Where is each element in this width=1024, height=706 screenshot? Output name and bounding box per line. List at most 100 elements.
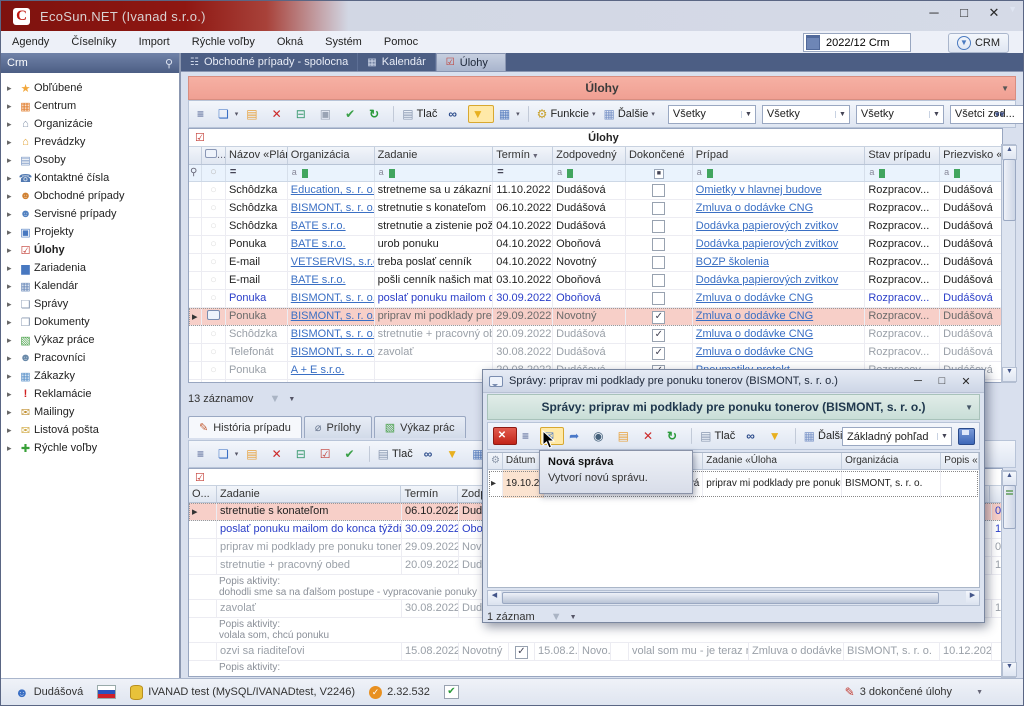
save-view-icon[interactable] [958,428,975,445]
expand-arrow-icon[interactable] [7,137,17,148]
chevron-down-icon[interactable] [570,614,577,621]
column-header[interactable] [189,147,202,164]
scroll-thumb[interactable] [1003,485,1016,529]
forward-message-icon[interactable]: ➦ [566,428,588,444]
column-header[interactable]: Termín [493,147,553,164]
sidebar-item[interactable]: ❐ Dokumenty [1,313,179,331]
column-header[interactable]: Popis «Pr... [941,453,979,469]
close-button[interactable]: ✕ [979,5,1009,21]
scroll-left-icon[interactable] [488,591,501,603]
toolbar-overflow-icon[interactable] [993,110,1003,119]
sidebar-item[interactable]: ⌂ Prevádzky [1,133,179,151]
menu-item[interactable]: Import [128,33,181,51]
filter-funnel-icon[interactable] [551,611,562,623]
filter-cell[interactable] [189,165,202,181]
scroll-right-icon[interactable] [966,591,979,603]
separator[interactable] [393,106,394,122]
search-icon[interactable]: ∞ [445,106,466,122]
expand-arrow-icon[interactable] [7,353,17,364]
sidebar-item[interactable]: ✚ Rýchle voľby [1,439,179,457]
expand-arrow-icon[interactable] [7,101,17,112]
dialog-header-dropdown-icon[interactable] [965,403,973,412]
tasks-grid-scrollbar[interactable] [1001,144,1016,383]
column-header[interactable]: Dokončené [626,147,693,164]
expand-arrow-icon[interactable] [7,191,17,202]
organization-link[interactable]: BISMONT, s. r. o. [291,292,375,304]
organization-link[interactable]: BISMONT, s. r. o. [291,310,375,322]
maximize-button[interactable]: □ [949,5,979,20]
task-row[interactable]: Ponuka BATE s.r.o. urob ponuku 04.10.202… [189,236,1002,254]
done-checkbox[interactable] [652,329,665,342]
expand-arrow-icon[interactable] [7,443,17,454]
filter-combo[interactable]: Všetky [762,105,850,124]
filter-cell[interactable] [288,165,375,181]
close-icon[interactable]: ✕ [493,427,517,445]
done-checkbox[interactable] [652,292,665,305]
history-row[interactable]: ozvi sa riaditeľovi 15.08.2022 Novotný 1… [189,643,1002,661]
detail-tab[interactable]: ✎ História prípadu [188,416,302,438]
organization-link[interactable]: BISMONT, s. r. o. [291,382,375,383]
done-checkbox[interactable] [652,238,665,251]
status-tasks-done[interactable]: 3 dokončené úlohy [845,685,983,699]
sidebar-item[interactable]: ▤ Osoby [1,151,179,169]
layout-icon[interactable]: ▦ ▾ [496,106,523,122]
detail-tab[interactable]: ▧ Výkaz prác [374,416,466,438]
task-check-icon[interactable]: ☑ [317,446,340,462]
minimize-button[interactable]: ─ [919,5,949,20]
filter-icon[interactable]: ▼ [443,446,467,462]
pin-icon[interactable] [165,57,173,70]
organization-link[interactable]: A + E s.r.o. [291,364,345,376]
column-header[interactable]: Zodpovedný [553,147,626,164]
task-row[interactable]: Schôdzka BISMONT, s. r. o. stretnutie s … [189,200,1002,218]
done-checkbox[interactable] [652,220,665,233]
filter-icon[interactable]: ▼ [468,105,494,123]
sidebar-item[interactable]: ☑ Úlohy [1,241,179,259]
expand-arrow-icon[interactable] [7,245,17,256]
filter-cell[interactable] [626,165,693,181]
column-header[interactable]: O... [189,486,217,502]
document-tab[interactable]: ☑ Úlohy [436,53,506,71]
view-combo[interactable]: Základný pohľad [842,427,952,446]
print-icon[interactable]: ▤ Tlač [399,106,443,122]
case-link[interactable]: Dodávka papierových zvitkov [696,220,838,232]
expand-arrow-icon[interactable] [7,371,17,382]
panel-header-dropdown-icon[interactable] [1001,84,1009,93]
task-row[interactable]: Ponuka BISMONT, s. r. o. poslať ponuku m… [189,290,1002,308]
filter-cell[interactable] [202,165,226,181]
scroll-up-icon[interactable] [1002,145,1017,160]
sidebar-item[interactable]: ▦ Centrum [1,97,179,115]
filter-combo[interactable]: Všetky [668,105,756,124]
expand-arrow-icon[interactable] [7,425,17,436]
sidebar-item[interactable]: ⌂ Organizácie [1,115,179,133]
sidebar-item[interactable]: ☻ Obchodné prípady [1,187,179,205]
sidebar-item[interactable]: ☻ Servisné prípady [1,205,179,223]
print-icon[interactable]: ▤ Tlač [375,446,419,462]
filter-cell[interactable] [865,165,940,181]
scroll-down-icon[interactable] [1002,367,1017,382]
sidebar-item[interactable]: ☎ Kontaktné čísla [1,169,179,187]
expand-arrow-icon[interactable] [7,119,17,130]
chevron-down-icon[interactable] [288,396,295,403]
separator[interactable] [691,428,692,444]
case-link[interactable]: BOZP školenia [696,256,769,268]
column-header[interactable]: Názov «Plán... [226,147,288,164]
sidebar-item[interactable]: ✉ Listová pošta [1,421,179,439]
case-link[interactable]: Dodávka papierových zvitkov [696,238,838,250]
separator[interactable] [795,428,796,444]
menu-icon[interactable]: ≡ [519,428,538,444]
task-row[interactable]: Schôdzka BATE s.r.o. stretnutie a zisten… [189,218,1002,236]
column-header[interactable]: Priezvisko «... [940,147,1002,164]
case-link[interactable]: Dodávka papierových zvitkov [696,274,838,286]
column-header[interactable] [202,147,226,164]
expand-arrow-icon[interactable] [7,209,17,220]
new-icon[interactable]: ❏ ▾ [215,446,241,462]
refresh-icon[interactable]: ↻ [366,106,388,122]
case-link[interactable]: Zmluva o dodávke CNG [696,202,813,214]
menu-icon[interactable]: ≡ [194,446,213,462]
column-header[interactable]: Termín [401,486,458,502]
sidebar-item[interactable]: ▦ Kalendár [1,277,179,295]
organization-link[interactable]: BISMONT, s. r. o. [291,328,375,340]
column-header[interactable]: Prípad [693,147,866,164]
done-checkbox[interactable] [652,347,665,360]
expand-arrow-icon[interactable] [7,173,17,184]
